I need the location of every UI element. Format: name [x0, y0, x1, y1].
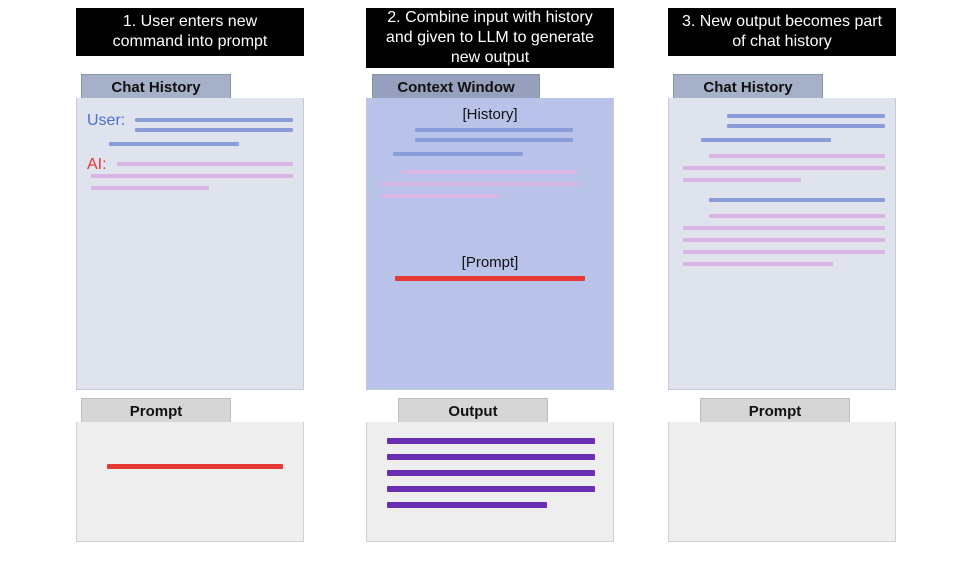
step-1-chat-history-panel: User: AI: [76, 98, 304, 390]
step-1-chat-history-tab: Chat History [81, 74, 231, 101]
ai-message-line [709, 154, 885, 158]
step-2-output-panel [366, 422, 614, 542]
context-prompt-label: [Prompt] [367, 254, 613, 271]
ai-message-line [683, 226, 885, 230]
tab-label: Output [448, 403, 497, 420]
ai-message-line [117, 162, 293, 166]
user-message-line [727, 114, 885, 118]
ai-message-line [683, 178, 801, 182]
tab-label: Chat History [703, 79, 792, 96]
prompt-input-line [107, 464, 283, 469]
ai-message-line [683, 166, 885, 170]
step-3-title: 3. New output becomes part of chat histo… [678, 12, 886, 52]
step-3-header: 3. New output becomes part of chat histo… [668, 8, 896, 56]
output-line [387, 486, 595, 492]
output-line [387, 470, 595, 476]
role-user-label: User: [87, 112, 125, 130]
output-line [387, 454, 595, 460]
user-message-line [709, 198, 885, 202]
tab-label: Prompt [130, 403, 183, 420]
step-2-context-window-panel: [History] [Prompt] [366, 98, 614, 390]
step-1-prompt-panel [76, 422, 304, 542]
step-3-chat-history-tab: Chat History [673, 74, 823, 101]
step-1-header: 1. User enters new command into prompt [76, 8, 304, 56]
step-3-prompt-tab: Prompt [700, 398, 850, 425]
tab-label: Chat History [111, 79, 200, 96]
step-1-prompt-tab: Prompt [81, 398, 231, 425]
user-message-line [135, 128, 293, 132]
step-3-chat-history-panel [668, 98, 896, 390]
ai-message-line [683, 250, 885, 254]
tab-label: Prompt [749, 403, 802, 420]
user-message-line [109, 142, 239, 146]
ai-message-line [683, 238, 885, 242]
step-3-prompt-panel [668, 422, 896, 542]
step-2-context-window-tab: Context Window [372, 74, 540, 101]
context-prompt-line [395, 276, 585, 281]
history-user-line [415, 128, 573, 132]
diagram-stage: 1. User enters new command into prompt C… [0, 0, 980, 563]
history-ai-line [381, 194, 499, 198]
context-history-label: [History] [367, 106, 613, 123]
user-message-line [701, 138, 831, 142]
history-ai-line [401, 170, 577, 174]
step-1-title: 1. User enters new command into prompt [86, 12, 294, 52]
ai-message-line [91, 186, 209, 190]
ai-message-line [683, 262, 833, 266]
history-user-line [415, 138, 573, 142]
step-2-title: 2. Combine input with history and given … [376, 8, 604, 68]
step-2-header: 2. Combine input with history and given … [366, 8, 614, 68]
user-message-line [135, 118, 293, 122]
ai-message-line [91, 174, 293, 178]
step-2-output-tab: Output [398, 398, 548, 425]
history-ai-line [381, 182, 579, 186]
role-ai-label: AI: [87, 156, 107, 174]
ai-message-line [709, 214, 885, 218]
user-message-line [727, 124, 885, 128]
output-line [387, 438, 595, 444]
history-user-line [393, 152, 523, 156]
output-line [387, 502, 547, 508]
tab-label: Context Window [397, 79, 514, 96]
